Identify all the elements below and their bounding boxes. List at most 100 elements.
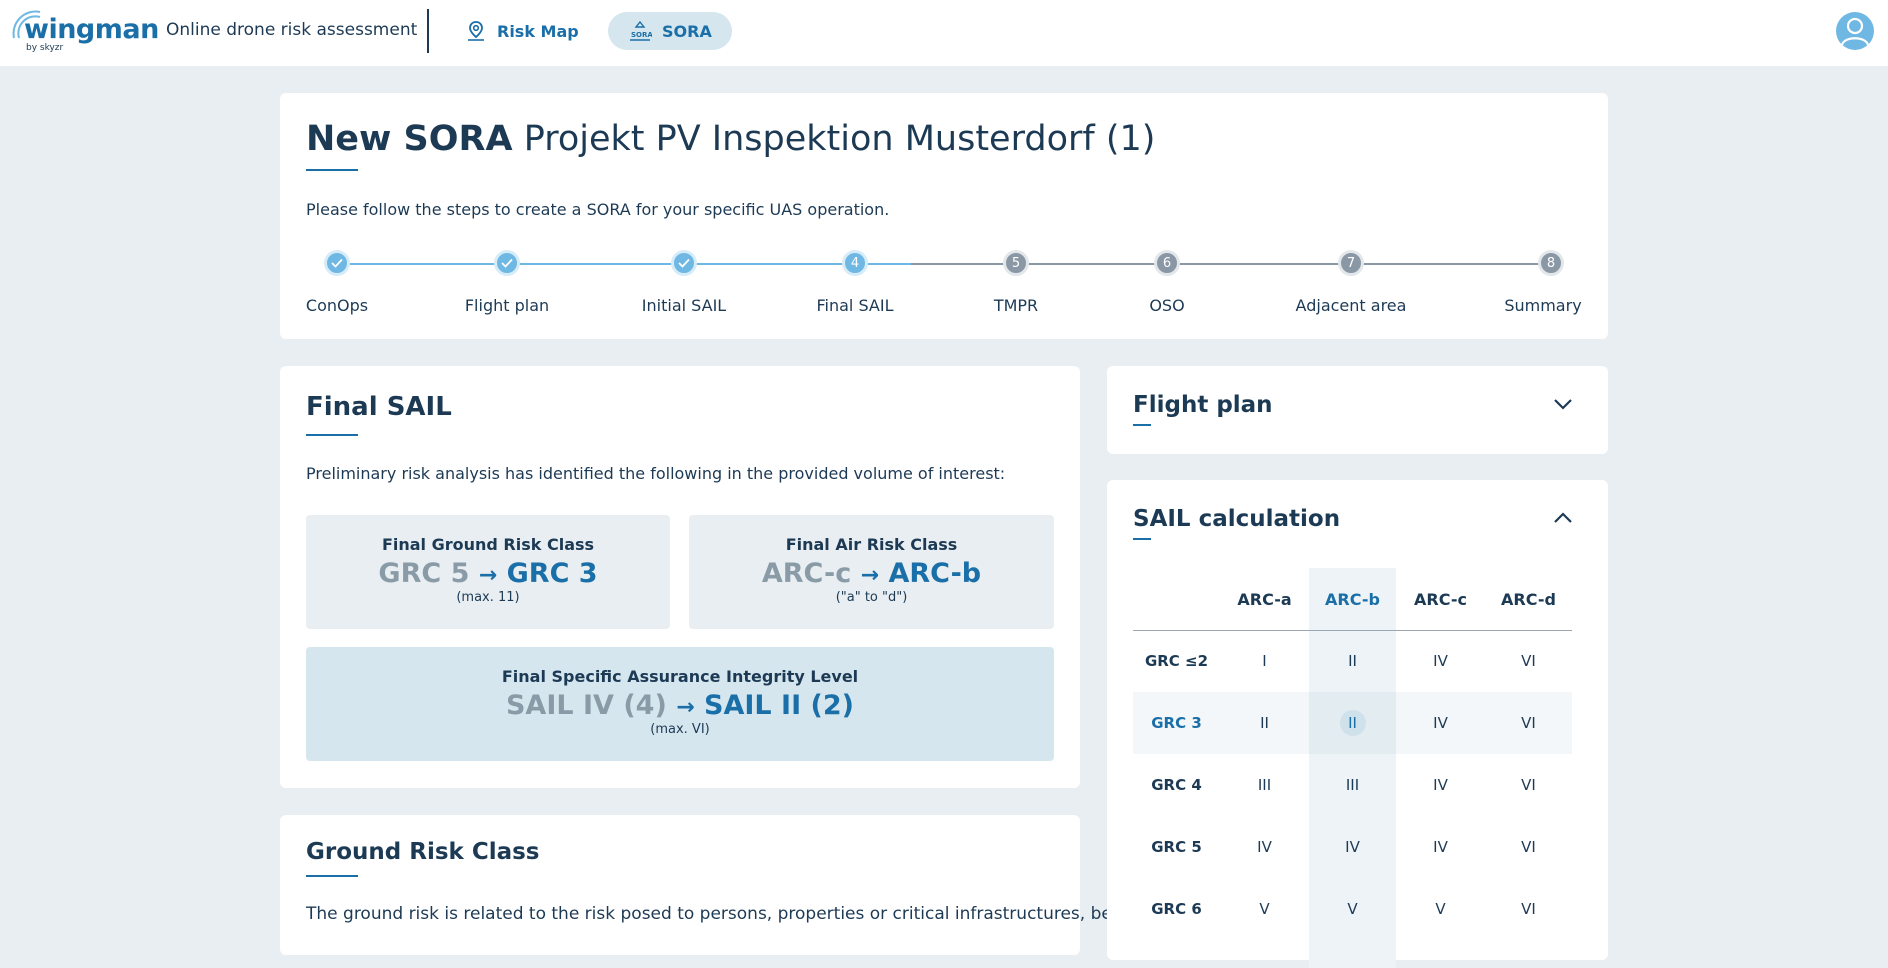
check-icon	[501, 258, 513, 268]
page-title-bold: New SORA	[306, 119, 513, 159]
matrix-row-label: GRC 4	[1151, 776, 1202, 794]
matrix-cell: II	[1260, 714, 1269, 732]
matrix-cell: IV	[1433, 714, 1448, 732]
nav-risk-map[interactable]: Risk Map	[445, 12, 599, 50]
arc-note: ("a" to "d")	[835, 590, 908, 605]
matrix-cell: IV	[1433, 652, 1448, 670]
nav-sora[interactable]: SORA SORA	[608, 12, 732, 50]
flight-plan-title: Flight plan	[1133, 392, 1273, 418]
stepper-progress-line	[337, 263, 911, 265]
final-grc-title: Final Ground Risk Class	[381, 535, 595, 554]
final-grc-values: GRC 5 → GRC 3	[306, 558, 670, 589]
final-sail-title: Final SAIL	[306, 392, 452, 422]
ground-risk-card: Ground Risk Class The ground risk is rel…	[280, 815, 1138, 955]
matrix-cell: IV	[1257, 838, 1272, 856]
step-7-dot[interactable]: 7	[1338, 250, 1364, 276]
check-icon	[678, 258, 690, 268]
final-arc-values: ARC-c → ARC-b	[689, 558, 1054, 589]
chevron-down-icon[interactable]	[1552, 393, 1574, 415]
header-divider	[427, 9, 429, 53]
grc-initial: GRC 5	[378, 558, 470, 589]
intro-text: Please follow the steps to create a SORA…	[306, 200, 890, 219]
logo-text: wingman	[24, 14, 159, 45]
matrix-cell: VI	[1521, 652, 1536, 670]
matrix-cell: III	[1345, 776, 1360, 794]
final-arc-title: Final Air Risk Class	[785, 535, 958, 554]
step-6-dot[interactable]: 6	[1154, 250, 1180, 276]
ground-risk-text: The ground risk is related to the risk p…	[306, 904, 1139, 924]
step-1-label[interactable]: ConOps	[306, 296, 368, 315]
check-icon	[331, 258, 343, 268]
matrix-row-label: GRC 3	[1151, 714, 1202, 732]
matrix-cell: IV	[1433, 776, 1448, 794]
matrix-cell: VI	[1521, 776, 1536, 794]
app-subtitle: Online drone risk assessment	[166, 20, 418, 40]
sail-calculation-panel: SAIL calculation ARC-a ARC-b ARC-c ARC-d…	[1107, 480, 1608, 968]
matrix-cell: I	[1262, 652, 1267, 670]
nav-sora-label: SORA	[662, 21, 712, 41]
sora-header-card: New SORA Projekt PV Inspektion Musterdor…	[280, 93, 1608, 339]
logo-subtext: by skyzr	[26, 43, 64, 53]
top-bar: wingman by skyzr Online drone risk asses…	[0, 0, 1888, 66]
sail-arrow: →	[676, 695, 695, 720]
step-5-label[interactable]: TMPR	[994, 296, 1038, 315]
chevron-up-icon[interactable]	[1552, 507, 1574, 529]
step-6-label[interactable]: OSO	[1149, 296, 1184, 315]
final-sail-box-title: Final Specific Assurance Integrity Level	[501, 667, 859, 686]
final-sail-box: Final Specific Assurance Integrity Level…	[306, 647, 1054, 761]
matrix-cell: III	[1257, 776, 1272, 794]
matrix-row-label: GRC 5	[1151, 838, 1202, 856]
sail-calc-title: SAIL calculation	[1133, 506, 1341, 532]
sail-final: SAIL II (2)	[704, 690, 854, 721]
arc-final: ARC-b	[888, 558, 982, 589]
step-2-label[interactable]: Flight plan	[465, 296, 549, 315]
user-icon	[1840, 17, 1870, 46]
nav-risk-map-label: Risk Map	[497, 21, 579, 41]
sail-note: (max. VI)	[650, 722, 710, 737]
sail-calc-underline	[1133, 538, 1151, 540]
matrix-col-header: ARC-b	[1325, 589, 1380, 609]
matrix-cell: VI	[1521, 838, 1536, 856]
step-8-label[interactable]: Summary	[1504, 296, 1581, 315]
matrix-cell: IV	[1433, 838, 1448, 856]
step-5-dot[interactable]: 5	[1003, 250, 1029, 276]
page-title-project: Projekt PV Inspektion Musterdorf (1)	[523, 119, 1156, 159]
user-avatar[interactable]	[1836, 12, 1874, 50]
flight-plan-underline	[1133, 424, 1151, 426]
final-sail-underline	[306, 434, 358, 436]
grc-note: (max. 11)	[456, 590, 520, 605]
grc-final: GRC 3	[506, 558, 598, 589]
final-arc-box: Final Air Risk Class ARC-c → ARC-b ("a" …	[689, 515, 1054, 629]
step-7-label[interactable]: Adjacent area	[1296, 296, 1407, 315]
step-3-label[interactable]: Initial SAIL	[642, 296, 726, 315]
step-3-dot[interactable]	[671, 250, 697, 276]
sora-icon: SORA	[630, 20, 652, 41]
step-8-dot[interactable]: 8	[1538, 250, 1564, 276]
title-underline	[306, 169, 358, 171]
flight-plan-panel[interactable]: Flight plan	[1107, 366, 1608, 454]
matrix-row-label: GRC ≤2	[1144, 652, 1209, 670]
matrix-col-header: ARC-d	[1501, 589, 1556, 609]
wingman-logo[interactable]: wingman by skyzr	[10, 8, 159, 56]
svg-text:SORA: SORA	[631, 31, 652, 39]
map-marker-icon	[468, 21, 484, 41]
final-grc-box: Final Ground Risk Class GRC 5 → GRC 3 (m…	[306, 515, 670, 629]
final-sail-card: Final SAIL Preliminary risk analysis has…	[280, 366, 1080, 788]
matrix-cell-selected: II	[1309, 692, 1396, 754]
step-1-dot[interactable]	[324, 250, 350, 276]
ground-risk-underline	[306, 875, 358, 877]
arc-initial: ARC-c	[761, 558, 852, 589]
arc-arrow: →	[860, 563, 880, 588]
sail-initial: SAIL IV (4)	[505, 690, 667, 721]
matrix-col-header: ARC-c	[1414, 589, 1467, 609]
matrix-cell: II	[1348, 652, 1357, 670]
step-4-label[interactable]: Final SAIL	[817, 296, 894, 315]
final-sail-description: Preliminary risk analysis has identified…	[306, 464, 1006, 483]
matrix-cell: IV	[1345, 838, 1360, 856]
page-title: New SORA Projekt PV Inspektion Musterdor…	[306, 119, 1155, 159]
selected-sail-value: II	[1339, 710, 1366, 736]
step-4-dot[interactable]: 4	[842, 250, 868, 276]
final-sail-values: SAIL IV (4) → SAIL II (2)	[306, 690, 1054, 721]
step-2-dot[interactable]	[494, 250, 520, 276]
grc-arrow: →	[478, 563, 498, 588]
